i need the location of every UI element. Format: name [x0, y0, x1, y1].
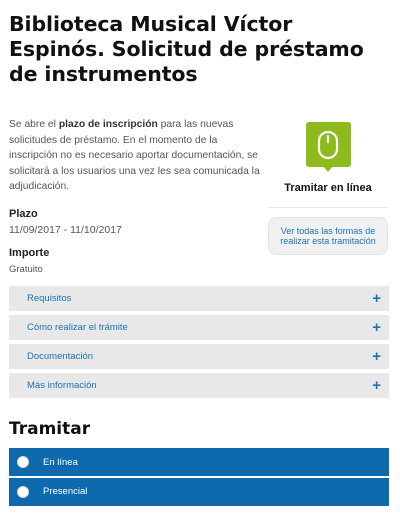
- intro-text: Se abre el plazo de inscripción para las…: [9, 117, 264, 195]
- plazo-value: 11/09/2017 - 11/10/2017: [9, 224, 122, 236]
- accordion-label: Documentación: [27, 351, 94, 362]
- accordion-item-como-realizar[interactable]: Cómo realizar el trámite +: [9, 315, 389, 340]
- all-forms-button[interactable]: Ver todas las formas de realizar esta tr…: [268, 217, 388, 255]
- info-accordion: Requisitos + Cómo realizar el trámite + …: [9, 286, 389, 402]
- mouse-icon[interactable]: [305, 122, 351, 172]
- page-title: Biblioteca Musical Víctor Espinós. Solic…: [9, 12, 364, 86]
- mouse-icon-glyph: [317, 130, 339, 159]
- tramitar-online-link[interactable]: Tramitar en línea: [284, 182, 371, 194]
- sidebar-divider: [268, 207, 388, 208]
- importe-label: Importe: [9, 247, 50, 259]
- accordion-item-requisitos[interactable]: Requisitos +: [9, 286, 389, 311]
- option-label: En línea: [43, 456, 78, 468]
- tramitar-online-card[interactable]: Tramitar en línea: [268, 110, 388, 208]
- accordion-label: Requisitos: [27, 293, 72, 304]
- option-en-linea[interactable]: En línea: [9, 448, 389, 476]
- intro-text-highlight: plazo de inscripción: [58, 119, 158, 130]
- plus-icon[interactable]: +: [372, 291, 381, 306]
- accordion-item-documentacion[interactable]: Documentación +: [9, 344, 389, 369]
- intro-text-start: Se abre el: [9, 119, 59, 130]
- accordion-label: Cómo realizar el trámite: [27, 322, 128, 333]
- radio-button[interactable]: [17, 456, 29, 468]
- plus-icon[interactable]: +: [372, 349, 381, 364]
- plazo-label: Plazo: [9, 208, 38, 220]
- option-presencial[interactable]: Presencial: [9, 477, 389, 506]
- radio-button[interactable]: [17, 485, 29, 498]
- plus-icon[interactable]: +: [372, 378, 381, 393]
- tramitar-heading: Tramitar: [9, 419, 91, 439]
- option-label: Presencial: [43, 486, 88, 497]
- accordion-item-mas-informacion[interactable]: Más información +: [9, 373, 389, 398]
- accordion-label: Más información: [27, 380, 97, 391]
- plus-icon[interactable]: +: [372, 320, 381, 335]
- importe-value: Gratuito: [9, 264, 43, 275]
- tramitar-options: En línea Presencial: [9, 448, 389, 507]
